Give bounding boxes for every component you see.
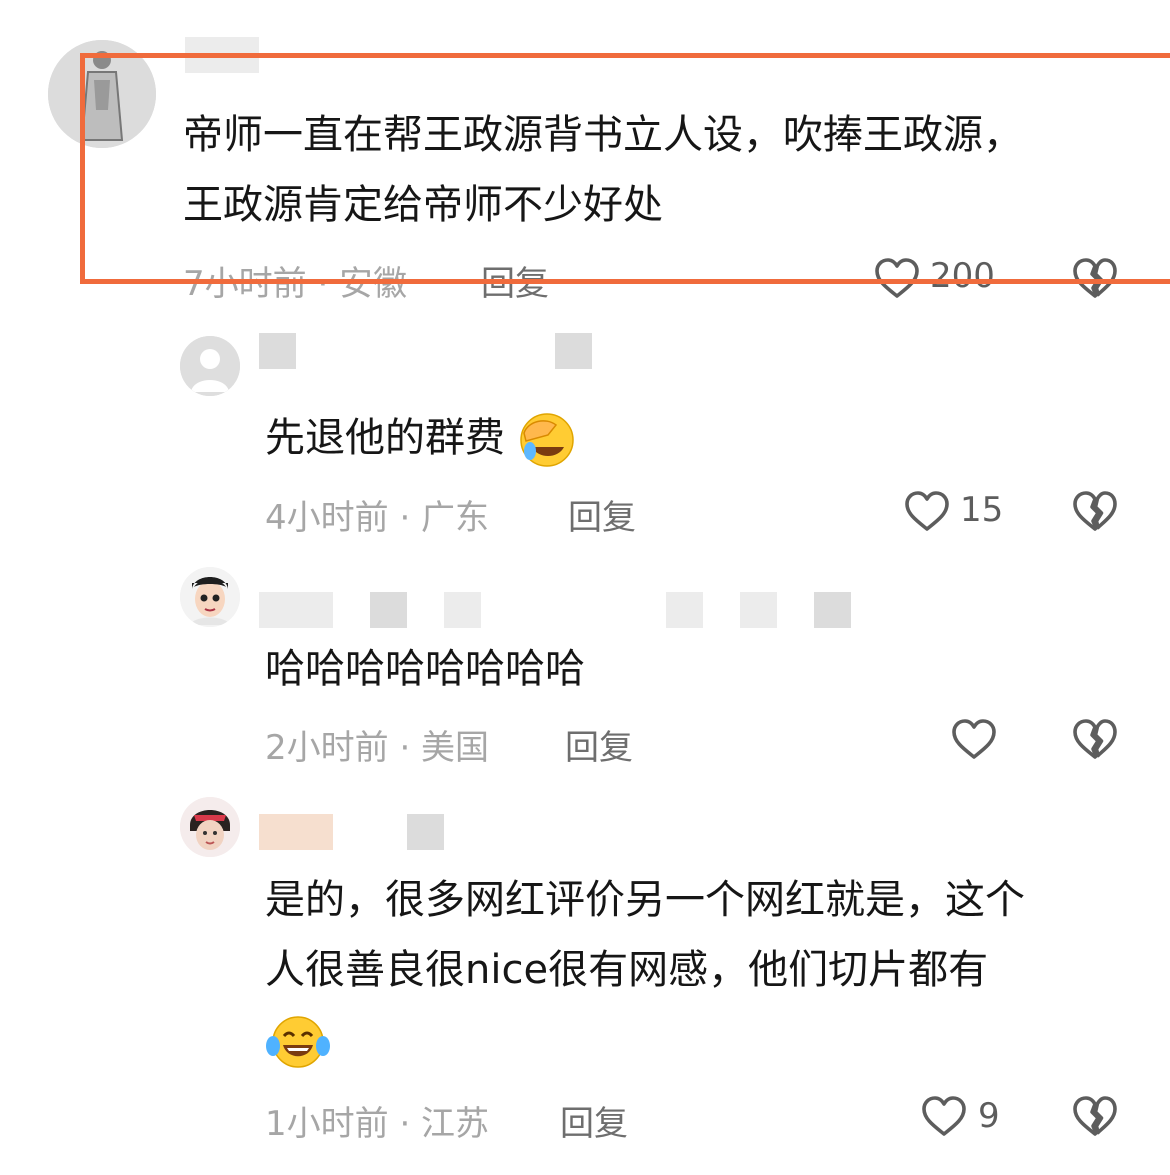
comment-text-line: 王政源肯定给帝师不少好处 (183, 182, 663, 228)
comment-meta: 2小时前 · 美国 (265, 728, 490, 768)
broken-heart-icon[interactable] (1071, 488, 1119, 536)
comment-text: 帝师一直在帮王政源背书立人设，吹捧王政源， 王政源肯定给帝师不少好处 (183, 100, 1143, 240)
heart-icon[interactable] (920, 1093, 968, 1141)
username-redacted (259, 333, 296, 369)
sketch-figure-avatar-icon (48, 40, 156, 148)
broken-heart-icon[interactable] (1071, 255, 1119, 303)
comment-meta: 1小时前 · 江苏 (265, 1104, 490, 1144)
like-count: 15 (960, 490, 1004, 530)
username-redacted (407, 814, 444, 850)
heart-icon[interactable] (873, 255, 921, 303)
like-count: 9 (978, 1096, 1000, 1136)
username-redacted (370, 592, 407, 628)
broken-heart-icon[interactable] (1071, 716, 1119, 764)
username-redacted (740, 592, 777, 628)
reply-button[interactable]: 回复 (565, 720, 633, 769)
comment-text-line: 人很善良很nice很有网感，他们切片都有 (265, 947, 989, 993)
avatar[interactable] (48, 40, 156, 148)
comment-text: 先退他的群费 (265, 403, 576, 473)
comment-text-line: 是的，很多网红评价另一个网红就是，这个 (265, 877, 1025, 923)
cartoon-face-avatar-icon (180, 567, 240, 627)
comment-text: 是的，很多网红评价另一个网红就是，这个 人很善良很nice很有网感，他们切片都有 (265, 865, 1145, 1075)
like-count: 200 (930, 256, 995, 296)
username-redacted (814, 592, 851, 628)
username-redacted (666, 592, 703, 628)
reply-button[interactable]: 回复 (481, 256, 549, 305)
facepalm-laugh-emoji-icon (519, 413, 574, 467)
avatar[interactable] (180, 336, 240, 396)
comment-meta: 7小时前 · 安徽 (183, 264, 408, 304)
broken-heart-icon[interactable] (1071, 1093, 1119, 1141)
child-photo-avatar-icon (180, 797, 240, 857)
default-user-icon (180, 336, 240, 396)
username-redacted (555, 333, 592, 369)
heart-icon[interactable] (903, 488, 951, 536)
avatar[interactable] (180, 567, 240, 627)
avatar[interactable] (180, 797, 240, 857)
username-redacted (259, 592, 333, 628)
username-redacted (185, 37, 259, 73)
comment-text-content: 先退他的群费 (265, 415, 505, 461)
comment-meta: 4小时前 · 广东 (265, 498, 490, 538)
username-redacted (259, 814, 333, 850)
heart-icon[interactable] (950, 716, 998, 764)
comment-text: 哈哈哈哈哈哈哈哈 (265, 646, 585, 692)
username-redacted (444, 592, 481, 628)
comment-text-line: 帝师一直在帮王政源背书立人设，吹捧王政源， (183, 112, 1023, 158)
tears-of-joy-emoji-icon (266, 1016, 330, 1068)
reply-button[interactable]: 回复 (568, 490, 636, 539)
reply-button[interactable]: 回复 (560, 1096, 628, 1145)
